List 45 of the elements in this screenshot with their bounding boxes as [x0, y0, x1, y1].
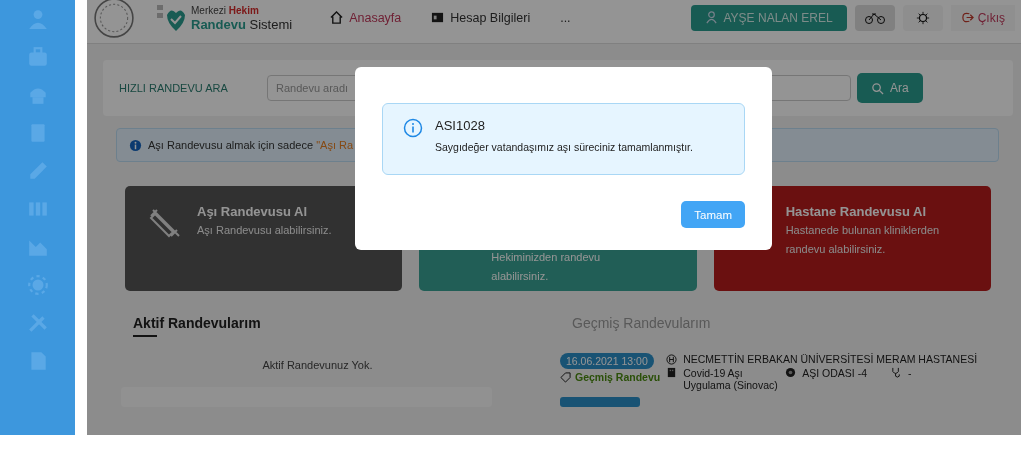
status-label: Geçmiş Randevu — [575, 371, 661, 383]
logo-title: Merkezi Hekim — [191, 3, 260, 18]
stethoscope-icon — [891, 367, 902, 378]
info-icon — [403, 118, 423, 138]
user-icon — [704, 11, 718, 24]
clinic-name: Covid-19 Aşı Uygulama (Sinovac) — [683, 367, 779, 391]
hospital-icon — [666, 353, 678, 365]
nav-link[interactable]: Hesap Bilgileri — [431, 10, 531, 25]
card-description: Hastanede bulunan kliniklerden randevu alabilirsiniz. — [785, 223, 941, 257]
alert-message: Saygıdeğer vatandaşımız aşı süreciniz tamamlanmıştır. — [435, 141, 693, 153]
door-icon — [785, 367, 797, 378]
bicycle-icon — [864, 10, 885, 25]
card-description: Aşı Randevusu alabilirsiniz. — [197, 223, 332, 238]
home-icon — [330, 11, 344, 24]
card-title: Hastane Randevusu Al — [785, 204, 928, 219]
notice-text: Aşı Randevusu almak için sadece "Aşı Ra — [148, 139, 354, 151]
room-name: AŞI ODASI -4 — [802, 367, 867, 379]
nav-link[interactable]: ... — [560, 10, 571, 25]
nav-link[interactable]: Anasayfa — [330, 10, 402, 25]
doctor-name: - — [908, 367, 912, 379]
user-button[interactable]: AYŞE NALAN EREL — [690, 4, 847, 31]
icon-button[interactable] — [854, 4, 895, 31]
icon-button[interactable] — [902, 4, 943, 31]
hospital-name: NECMETTİN ERBAKAN ÜNİVERSİTESİ MERAM HASTANESİ — [683, 353, 978, 365]
card-title: Aşı Randevusu Al — [197, 204, 309, 219]
info-icon — [129, 138, 142, 152]
person-icon[interactable] — [26, 8, 49, 30]
gear-icon[interactable] — [26, 274, 49, 296]
empty-message: Aktif Randevunuz Yok. — [261, 359, 374, 371]
logout-button[interactable]: Çıkış — [950, 4, 1015, 31]
id-card-icon — [431, 11, 445, 24]
search-button[interactable]: Ara — [857, 73, 923, 103]
search-icon — [871, 81, 884, 95]
search-label: HIZLI RANDEVU ARA — [119, 82, 229, 94]
appointment-card[interactable]: Aşı Randevusu Al Aşı Randevusu alabilirsiniz. — [125, 186, 403, 291]
briefcase-icon[interactable] — [26, 46, 49, 68]
ok-button[interactable]: Tamam — [681, 201, 745, 228]
tag-icon — [560, 371, 571, 383]
logout-icon — [960, 11, 974, 24]
date-badge: 16.06.2021 13:00 — [560, 353, 654, 369]
logo-subtitle: Randevu Sistemi — [191, 17, 293, 32]
alert-title: ASI1028 — [435, 118, 486, 133]
card-description: Hekiminizden randevu alabilirsiniz. — [491, 250, 602, 284]
section-tab[interactable]: Aktif Randevularım — [133, 315, 261, 337]
building-icon — [666, 367, 678, 378]
